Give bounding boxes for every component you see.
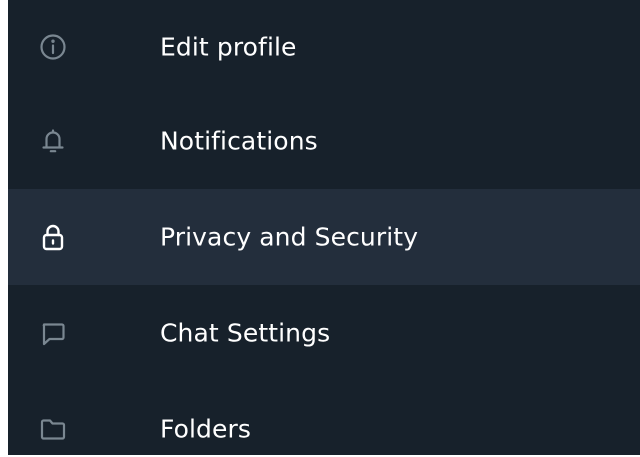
menu-item-privacy-security[interactable]: Privacy and Security bbox=[8, 189, 640, 285]
bell-icon bbox=[38, 126, 68, 156]
menu-item-label: Notifications bbox=[160, 126, 318, 156]
menu-item-label: Chat Settings bbox=[160, 318, 331, 348]
chat-bubble-icon bbox=[38, 318, 68, 348]
lock-icon bbox=[38, 222, 68, 252]
settings-menu: Edit profile Notifications Privacy and S… bbox=[8, 0, 640, 455]
menu-item-label: Folders bbox=[160, 414, 251, 444]
info-circle-icon bbox=[38, 32, 68, 62]
menu-item-edit-profile[interactable]: Edit profile bbox=[8, 0, 640, 93]
menu-item-label: Privacy and Security bbox=[160, 222, 419, 252]
menu-item-label: Edit profile bbox=[160, 32, 297, 61]
menu-item-notifications[interactable]: Notifications bbox=[8, 93, 640, 189]
menu-item-folders[interactable]: Folders bbox=[8, 381, 640, 455]
folder-icon bbox=[38, 414, 68, 444]
menu-item-chat-settings[interactable]: Chat Settings bbox=[8, 285, 640, 381]
